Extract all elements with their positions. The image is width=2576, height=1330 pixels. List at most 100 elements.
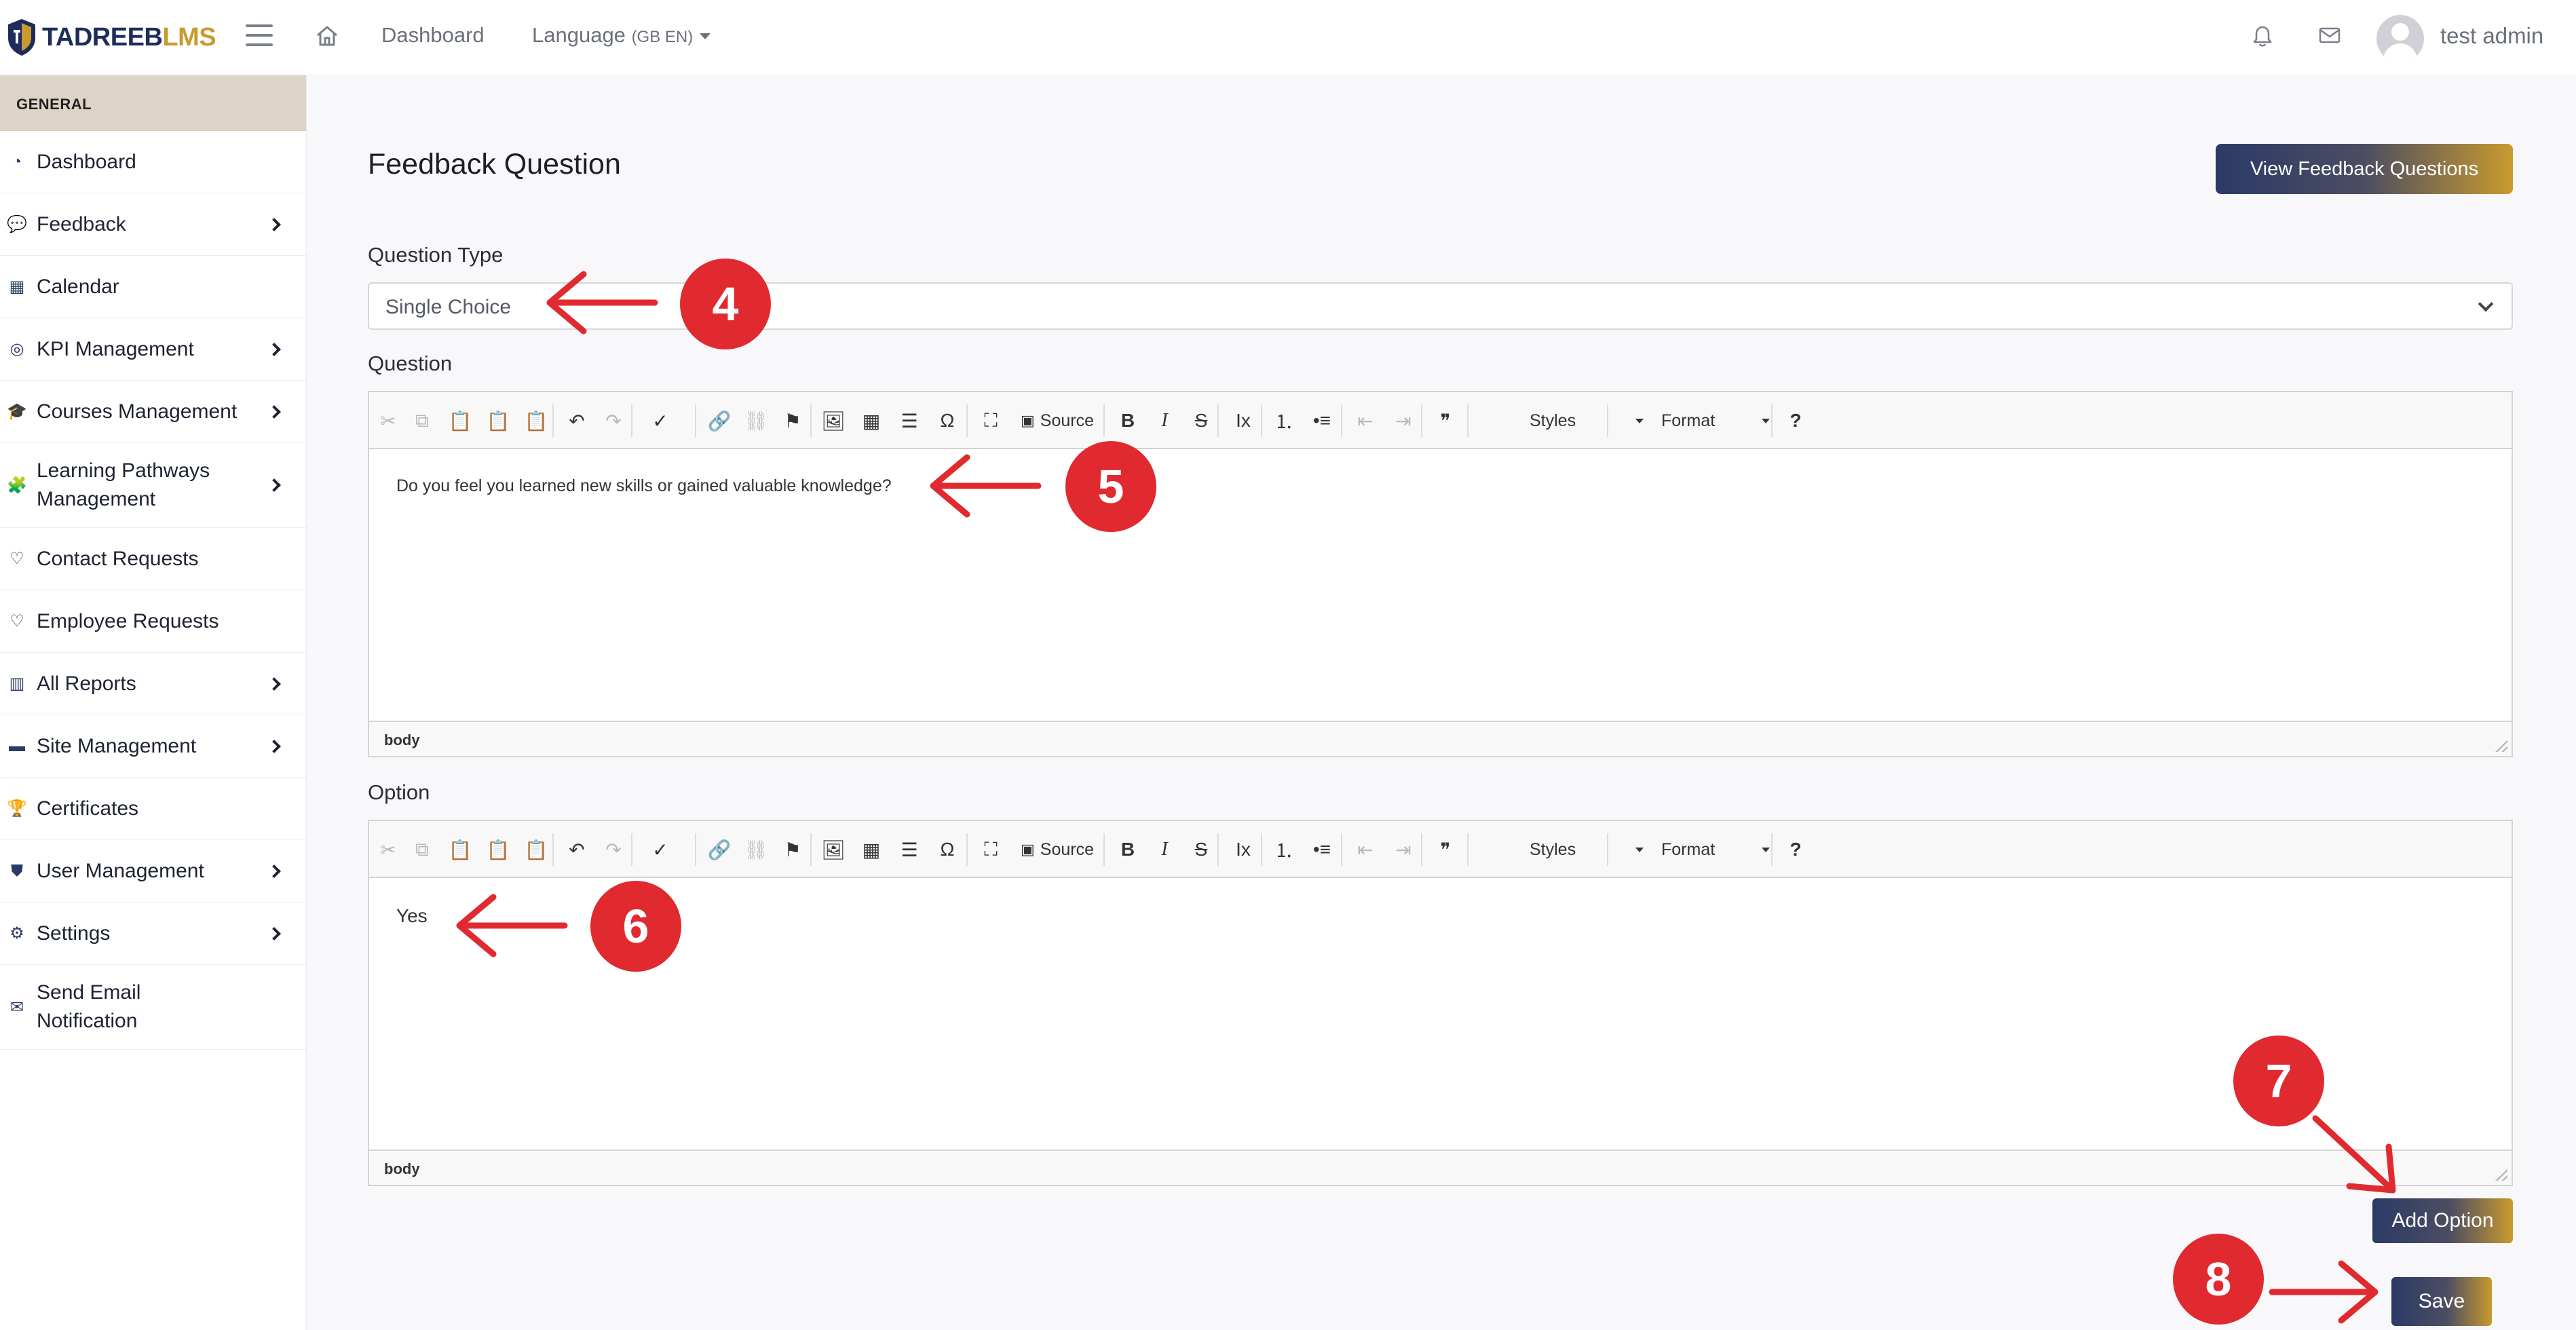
sidebar-item-user-management[interactable]: ⛊ User Management xyxy=(0,840,306,902)
paste-icon[interactable]: 📋 xyxy=(448,836,472,863)
nav-dashboard-link[interactable]: Dashboard xyxy=(381,23,485,48)
sidebar-item-feedback[interactable]: 💬 Feedback xyxy=(0,193,306,256)
remove-format-icon[interactable]: Ix xyxy=(1231,836,1255,863)
maximize-icon[interactable]: ⛶ xyxy=(979,836,1003,863)
source-icon: ▣ xyxy=(1020,841,1035,858)
copy-icon[interactable]: ⧉ xyxy=(410,836,434,863)
cut-icon[interactable]: ✂ xyxy=(376,836,400,863)
user-name[interactable]: test admin xyxy=(2440,23,2543,49)
sidebar-item-settings[interactable]: ⚙ Settings xyxy=(0,902,306,965)
sidebar-item-send-email-notification[interactable]: ✉ Send Email Notification xyxy=(0,965,306,1050)
paste-text-icon[interactable]: 📋 xyxy=(486,407,510,434)
language-dropdown[interactable]: Language (GB EN) xyxy=(532,23,711,48)
italic-icon[interactable]: I xyxy=(1152,836,1177,863)
link-icon[interactable]: 🔗 xyxy=(707,836,732,863)
copy-icon[interactable]: ⧉ xyxy=(410,407,434,434)
paste-word-icon[interactable]: 📋 xyxy=(524,836,548,863)
source-button[interactable]: ▣ Source xyxy=(1018,836,1097,863)
sidebar-item-learning-pathways-management[interactable]: 🧩 Learning Pathways Management xyxy=(0,443,306,528)
format-dropdown[interactable]: Format xyxy=(1661,836,1770,863)
avatar[interactable] xyxy=(2376,15,2424,62)
strikethrough-icon[interactable]: S xyxy=(1189,836,1213,863)
redo-icon[interactable]: ↷ xyxy=(601,836,626,863)
paste-text-icon[interactable]: 📋 xyxy=(486,836,510,863)
bulleted-list-icon[interactable]: •≡ xyxy=(1310,836,1334,863)
image-icon[interactable]: 🖼 xyxy=(821,836,846,863)
numbered-list-icon[interactable]: ⒈ xyxy=(1272,407,1296,434)
sidebar-item-contact-requests[interactable]: ♡ Contact Requests xyxy=(0,528,306,590)
indent-icon[interactable]: ⇥ xyxy=(1391,836,1416,863)
blockquote-icon[interactable]: ❞ xyxy=(1433,407,1458,434)
special-char-icon[interactable]: Ω xyxy=(935,836,960,863)
format-dropdown[interactable]: Format xyxy=(1661,407,1770,434)
styles-dropdown[interactable]: Styles xyxy=(1530,836,1644,863)
sidebar-item-kpi-management[interactable]: ◎ KPI Management xyxy=(0,318,306,381)
unlink-icon[interactable]: ⛓ xyxy=(744,836,768,863)
indent-icon[interactable]: ⇥ xyxy=(1391,407,1416,434)
maximize-icon[interactable]: ⛶ xyxy=(979,407,1003,434)
toolbar-separator xyxy=(1217,404,1219,437)
bold-icon[interactable]: B xyxy=(1116,836,1140,863)
trophy-icon: 🏆 xyxy=(7,799,27,818)
option-editor-body[interactable]: Yes xyxy=(369,878,2512,1150)
sidebar-item-certificates[interactable]: 🏆 Certificates xyxy=(0,778,306,840)
save-button[interactable]: Save xyxy=(2391,1277,2492,1326)
sidebar-item-courses-management[interactable]: 🎓 Courses Management xyxy=(0,381,306,443)
strikethrough-icon[interactable]: S xyxy=(1189,407,1213,434)
logo-text: TADREEBLMS xyxy=(42,22,216,52)
horizontal-line-icon[interactable]: ☰ xyxy=(897,407,922,434)
sidebar-item-site-management[interactable]: ▬ Site Management xyxy=(0,715,306,778)
help-icon[interactable]: ? xyxy=(1783,836,1808,863)
element-path[interactable]: body xyxy=(384,732,420,749)
remove-format-icon[interactable]: Ix xyxy=(1231,407,1255,434)
table-icon[interactable]: ▦ xyxy=(859,836,884,863)
element-path[interactable]: body xyxy=(384,1160,420,1178)
redo-icon[interactable]: ↷ xyxy=(601,407,626,434)
menu-toggle-icon[interactable] xyxy=(246,24,273,48)
step-badge-8: 8 xyxy=(2173,1234,2264,1325)
anchor-icon[interactable]: ⚑ xyxy=(780,836,805,863)
bulleted-list-icon[interactable]: •≡ xyxy=(1310,407,1334,434)
question-editor-body[interactable]: Do you feel you learned new skills or ga… xyxy=(369,449,2512,721)
resize-handle-icon[interactable] xyxy=(2495,1168,2507,1181)
styles-dropdown[interactable]: Styles xyxy=(1530,407,1644,434)
undo-icon[interactable]: ↶ xyxy=(565,836,589,863)
undo-icon[interactable]: ↶ xyxy=(565,407,589,434)
table-icon[interactable]: ▦ xyxy=(859,407,884,434)
numbered-list-icon[interactable]: ⒈ xyxy=(1272,836,1296,863)
question-type-value: Single Choice xyxy=(385,296,512,318)
bold-icon[interactable]: B xyxy=(1116,407,1140,434)
toolbar-separator xyxy=(552,404,554,437)
italic-icon[interactable]: I xyxy=(1152,407,1177,434)
anchor-icon[interactable]: ⚑ xyxy=(780,407,805,434)
horizontal-line-icon[interactable]: ☰ xyxy=(897,836,922,863)
help-icon[interactable]: ? xyxy=(1783,407,1808,434)
paste-word-icon[interactable]: 📋 xyxy=(524,407,548,434)
link-icon[interactable]: 🔗 xyxy=(707,407,732,434)
source-label: Source xyxy=(1040,839,1094,859)
outdent-icon[interactable]: ⇤ xyxy=(1353,407,1378,434)
cut-icon[interactable]: ✂ xyxy=(376,407,400,434)
sidebar-item-calendar[interactable]: ▦ Calendar xyxy=(0,256,306,318)
spellcheck-icon[interactable]: ✓ xyxy=(643,407,677,434)
add-option-button[interactable]: Add Option xyxy=(2372,1198,2513,1243)
chevron-right-icon xyxy=(267,217,281,231)
view-feedback-questions-button[interactable]: View Feedback Questions xyxy=(2216,144,2513,194)
sidebar-item-label: Contact Requests xyxy=(37,547,199,570)
outdent-icon[interactable]: ⇤ xyxy=(1353,836,1378,863)
resize-handle-icon[interactable] xyxy=(2495,740,2507,752)
image-icon[interactable]: 🖼 xyxy=(821,407,846,434)
paste-icon[interactable]: 📋 xyxy=(448,407,472,434)
bell-icon[interactable] xyxy=(2252,24,2273,48)
app-logo[interactable]: TADREEBLMS xyxy=(7,18,216,57)
sidebar-item-employee-requests[interactable]: ♡ Employee Requests xyxy=(0,590,306,653)
special-char-icon[interactable]: Ω xyxy=(935,407,960,434)
blockquote-icon[interactable]: ❞ xyxy=(1433,836,1458,863)
mail-icon[interactable] xyxy=(2318,26,2341,45)
unlink-icon[interactable]: ⛓ xyxy=(744,407,768,434)
source-button[interactable]: ▣ Source xyxy=(1018,407,1097,434)
sidebar-item-dashboard[interactable]: ◔ Dashboard xyxy=(0,131,306,193)
spellcheck-icon[interactable]: ✓ xyxy=(643,836,677,863)
home-icon[interactable] xyxy=(314,23,340,49)
sidebar-item-all-reports[interactable]: ▥ All Reports xyxy=(0,653,306,715)
